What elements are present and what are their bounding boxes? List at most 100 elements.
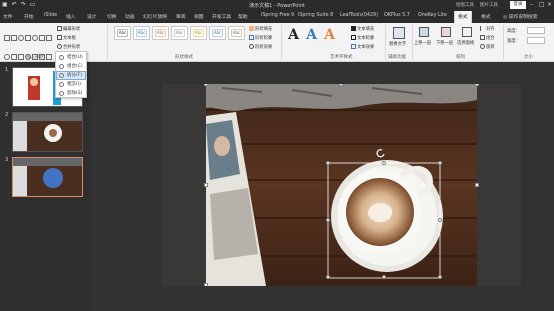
shape-rect-icon[interactable] [11,54,17,60]
tell-me-label: 操作说明搜索 [508,15,538,20]
shape-style-7[interactable]: Abc [228,26,245,40]
minimize-icon[interactable]: – [530,1,533,8]
resize-handle[interactable] [475,183,479,187]
bring-forward-label[interactable]: 上移一层 [414,40,431,46]
tab-design[interactable]: 设计 [87,13,97,20]
shape-rect-icon[interactable] [11,35,17,41]
shape-outline-label: 形状轮廓 [255,36,273,41]
tab-transitions[interactable]: 切换 [107,13,117,20]
slide-thumbnail-2[interactable] [12,112,83,152]
merge-shapes-button[interactable]: 合并形状 [57,44,80,50]
shape-oval-icon[interactable] [4,54,10,60]
tab-review[interactable]: 审阅 [176,13,186,20]
edit-shape-icon [57,26,62,31]
tab-format-drawing[interactable]: 格式 [454,11,472,23]
shape-gallery[interactable] [3,26,53,60]
shape-oval-icon[interactable] [18,35,24,41]
shape-resize-handle[interactable] [382,161,386,165]
tab-animations[interactable]: 动画 [125,13,135,20]
shape-resize-handle[interactable] [326,218,330,222]
send-backward-label[interactable]: 下移一层 [436,40,453,46]
tell-me-search[interactable]: ◎ 操作说明搜索 [503,13,538,20]
alt-text-icon[interactable] [393,27,405,39]
login-button[interactable]: 登录 [510,1,526,9]
menu-item-combine[interactable]: 组合(C) [56,62,86,71]
text-outline-button[interactable]: 文本轮廓 [351,35,374,41]
menu-item-subtract[interactable]: 剪除(S) [56,89,86,98]
shape-resize-handle[interactable] [438,218,442,222]
tab-okplus[interactable]: OKPlus 5.7 [384,13,410,18]
tab-help[interactable]: 帮助 [238,13,248,20]
resize-handle[interactable] [204,84,208,86]
wordart-style-1[interactable]: A [286,26,301,45]
menu-item-union[interactable]: 结合(U) [56,53,86,62]
tab-format-picture[interactable]: 格式 [481,13,491,20]
selection-pane-label[interactable]: 选择窗格 [457,40,474,46]
shape-style-5[interactable]: Abc [190,26,207,40]
shape-resize-handle[interactable] [326,275,330,279]
menu-item-intersect[interactable]: 相交(I) [56,80,86,89]
resize-handle[interactable] [204,283,208,286]
shape-resize-handle[interactable] [438,161,442,165]
tab-ispring-suite[interactable]: iSpring Suite 8 [298,13,333,18]
tab-view[interactable]: 视图 [194,13,204,20]
slide-number: 1 [5,67,9,73]
shape-style-1[interactable]: Abc [114,26,131,40]
maximize-icon[interactable]: □ [539,1,545,8]
shape-effects-button[interactable]: 形状效果 [249,44,272,50]
shape-resize-handle[interactable] [326,161,330,165]
group-button[interactable]: 组合 [480,35,495,41]
align-label: 对齐 [486,27,495,32]
text-fill-button[interactable]: 文本填充 [351,26,374,32]
shape-oval-icon[interactable] [32,35,38,41]
shape-resize-handle[interactable] [382,275,386,279]
tab-file[interactable]: 文件 [3,13,13,20]
bring-forward-icon[interactable] [419,27,429,37]
shape-rect-icon[interactable] [18,54,24,60]
shape-style-3[interactable]: Abc [152,26,169,40]
alt-text-label[interactable]: 替换文字 [389,41,406,47]
resize-handle[interactable] [204,183,208,187]
slide-canvas[interactable] [162,84,521,286]
text-effects-button[interactable]: 文本效果 [351,44,374,50]
resize-handle[interactable] [475,84,479,86]
tab-insert[interactable]: 插入 [66,13,76,20]
width-input[interactable] [527,37,545,44]
shape-resize-handle[interactable] [438,275,442,279]
tab-developer[interactable]: 开发工具 [212,13,231,20]
group-label-insert-shapes: 插入形状 [26,55,44,60]
group-label-size: 大小 [524,55,533,60]
rotate-button[interactable]: 旋转 [480,44,495,50]
selection-pane-icon[interactable] [462,27,472,37]
height-input[interactable] [527,27,545,34]
shape-style-2[interactable]: Abc [133,26,150,40]
group-separator [385,25,386,60]
close-icon[interactable]: × [547,1,552,8]
resize-handle[interactable] [339,84,343,86]
tab-slideshow[interactable]: 幻灯片放映 [143,13,167,20]
shape-style-6[interactable]: Abc [209,26,226,40]
align-button[interactable]: 对齐 [480,26,495,32]
shape-outline-button[interactable]: 形状轮廓 [249,35,272,41]
slide-thumbnail-3[interactable] [12,157,83,197]
tab-home[interactable]: 开始 [24,13,34,20]
shape-style-4[interactable]: Abc [171,26,188,40]
shape-fill-button[interactable]: 形状填充 [249,26,272,32]
shape-rect-icon[interactable] [46,54,52,60]
wordart-style-2[interactable]: A [304,26,319,45]
tab-leaftools[interactable]: LeafTools(0429) [340,13,378,18]
shape-rect-icon[interactable] [39,35,45,41]
send-backward-icon[interactable] [441,27,451,37]
tab-onekey-lite[interactable]: OneKey Lite [418,13,447,18]
shape-rect-icon[interactable] [46,35,52,41]
shape-rect-icon[interactable] [4,35,10,41]
merge-shapes-menu: 结合(U) 组合(C) 拆分(F) 相交(I) 剪除(S) [55,51,87,98]
edit-shape-button[interactable]: 编辑形状 [57,26,80,32]
wordart-style-3[interactable]: A [322,26,337,45]
shape-rect-icon[interactable] [25,35,31,41]
menu-item-label: 结合(U) [67,55,83,60]
tab-ispring-free[interactable]: iSpring Free 9 [261,13,294,18]
menu-item-fragment[interactable]: 拆分(F) [56,71,86,80]
text-box-button[interactable]: 文本框 [57,35,76,41]
tab-islide[interactable]: iSlide [44,13,57,18]
